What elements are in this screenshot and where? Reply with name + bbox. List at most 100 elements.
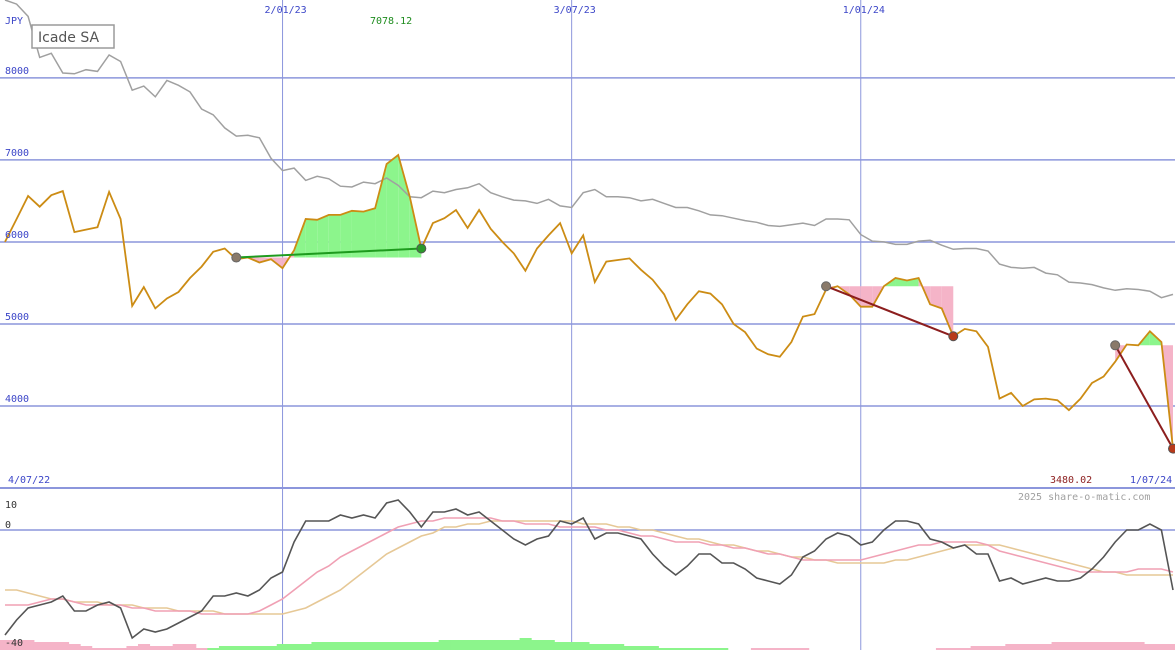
trade-fill-0-26 (305, 218, 318, 258)
currency-label: JPY (5, 16, 23, 27)
histogram-bar-30 (346, 642, 359, 650)
histogram-bar-95 (1097, 642, 1110, 650)
histogram-bar-28 (323, 642, 336, 650)
histogram-bar-48 (554, 642, 567, 650)
osc-tick-label--40: -40 (5, 638, 23, 649)
grid-lines (0, 0, 1175, 650)
x-tick-label-0: 2/01/23 (265, 5, 307, 16)
histogram-bar-42 (484, 640, 497, 650)
histogram-bar-89 (1028, 644, 1041, 650)
trade-fill-0-28 (328, 214, 341, 258)
copyright: 2025 share-o-matic.com (1018, 492, 1150, 503)
histogram-bar-101 (1167, 644, 1175, 650)
histogram-bar-20 (230, 646, 243, 650)
histogram-bar-13 (149, 646, 162, 650)
histogram-bar-47 (542, 640, 555, 650)
histogram-bar-3 (33, 642, 46, 650)
min-value-label: 3480.02 (1050, 475, 1092, 486)
y-tick-label-4000: 4000 (5, 394, 29, 405)
chart-title: Icade SA (38, 30, 100, 46)
histogram-bar-99 (1144, 644, 1157, 650)
histogram-bar-96 (1109, 642, 1122, 650)
histogram-bar-100 (1155, 644, 1168, 650)
histogram-bar-35 (403, 642, 417, 650)
histogram-bar-26 (299, 644, 312, 650)
y-tick-label-7000: 7000 (5, 148, 29, 159)
max-value-label: 7078.12 (370, 16, 412, 27)
trade-exit-marker-1 (948, 331, 959, 342)
histogram-bar-86 (993, 646, 1006, 650)
histogram-bar-22 (253, 646, 266, 650)
osc-tick-label-0: 0 (5, 520, 11, 531)
histogram-bar-29 (334, 642, 347, 650)
histogram-bar-51 (589, 644, 602, 650)
histogram-bar-12 (137, 644, 151, 650)
histogram-bar-5 (57, 642, 70, 650)
osc-line-average-fast (5, 517, 1174, 615)
price-chart: 8000 7000 6000 5000 4000 2/01/23 3/07/23 1/01/2… (0, 0, 1175, 650)
price-series (4, 0, 1174, 449)
histogram-bar-7 (80, 646, 93, 650)
histogram-bar-87 (1005, 644, 1018, 650)
trade-entry-marker-2 (1110, 340, 1121, 351)
histogram-bar-97 (1120, 642, 1134, 650)
trade-fill-0-34 (398, 155, 410, 258)
histogram-bar-41 (473, 640, 486, 650)
histogram-bar-21 (242, 646, 255, 650)
y-tick-label-5000: 5000 (5, 312, 29, 323)
histogram-bar-44 (508, 640, 521, 650)
histogram-bar-36 (415, 642, 428, 650)
osc-line-average-slow (5, 520, 1173, 615)
trade-exit-marker-0 (416, 243, 427, 254)
histogram-bar-46 (531, 640, 544, 650)
histogram-bar-27 (311, 642, 324, 650)
trade-fill-0-29 (340, 210, 352, 258)
histogram-bar-40 (461, 640, 474, 650)
histogram-bar-37 (427, 642, 440, 650)
histogram-bar-4 (45, 642, 58, 650)
histogram-bar-50 (577, 642, 590, 650)
histogram-bar-19 (218, 646, 232, 650)
trade-entry-marker-1 (821, 281, 832, 292)
histogram-bar-11 (126, 646, 139, 650)
histogram-bar-94 (1086, 642, 1099, 650)
axis-labels: 8000 7000 6000 5000 4000 2/01/23 3/07/23 1/01/2… (5, 5, 885, 649)
histogram-bar-85 (982, 646, 995, 650)
histogram-bar-39 (450, 640, 463, 650)
x-tick-label-1: 3/07/23 (554, 5, 596, 16)
trade-fill-0-27 (317, 214, 329, 258)
x-start-label: 4/07/22 (8, 475, 50, 486)
osc-tick-label-10: 10 (5, 500, 17, 511)
histogram-bar-25 (288, 644, 301, 650)
x-tick-label-2: 1/01/24 (843, 5, 885, 16)
osc-line-momentum (4, 499, 1174, 640)
histogram-bar-16 (184, 644, 197, 650)
series-line-price (4, 153, 1174, 449)
histogram-bar-49 (565, 642, 578, 650)
histogram-bar-92 (1063, 642, 1076, 650)
histogram-bar-34 (392, 642, 405, 650)
histogram-bar-32 (369, 642, 382, 650)
y-tick-label-6000: 6000 (5, 230, 29, 241)
x-end-label: 1/07/24 (1130, 475, 1172, 486)
histogram-bar-53 (612, 644, 625, 650)
histogram-bar-88 (1016, 644, 1029, 650)
histogram-bar-55 (635, 646, 648, 650)
trade-fill-0-33 (386, 155, 399, 258)
histogram-bar-31 (357, 642, 370, 650)
histogram-bar-15 (172, 644, 185, 650)
histogram-bar-38 (438, 640, 451, 650)
histogram-bar-91 (1051, 642, 1064, 650)
histogram-bar-52 (600, 644, 613, 650)
trade-exit-marker-2 (1168, 443, 1175, 454)
histogram-bar-6 (68, 644, 81, 650)
trade-lines (231, 243, 1175, 454)
series-line-comparison (4, 0, 1174, 299)
histogram-bar-84 (970, 646, 983, 650)
histogram-bar-2 (22, 640, 35, 650)
histogram-bar-98 (1132, 642, 1145, 650)
histogram-bar-93 (1074, 642, 1087, 650)
histogram-bar-23 (265, 646, 278, 650)
y-tick-label-8000: 8000 (5, 66, 29, 77)
histogram-bar-54 (623, 646, 636, 650)
